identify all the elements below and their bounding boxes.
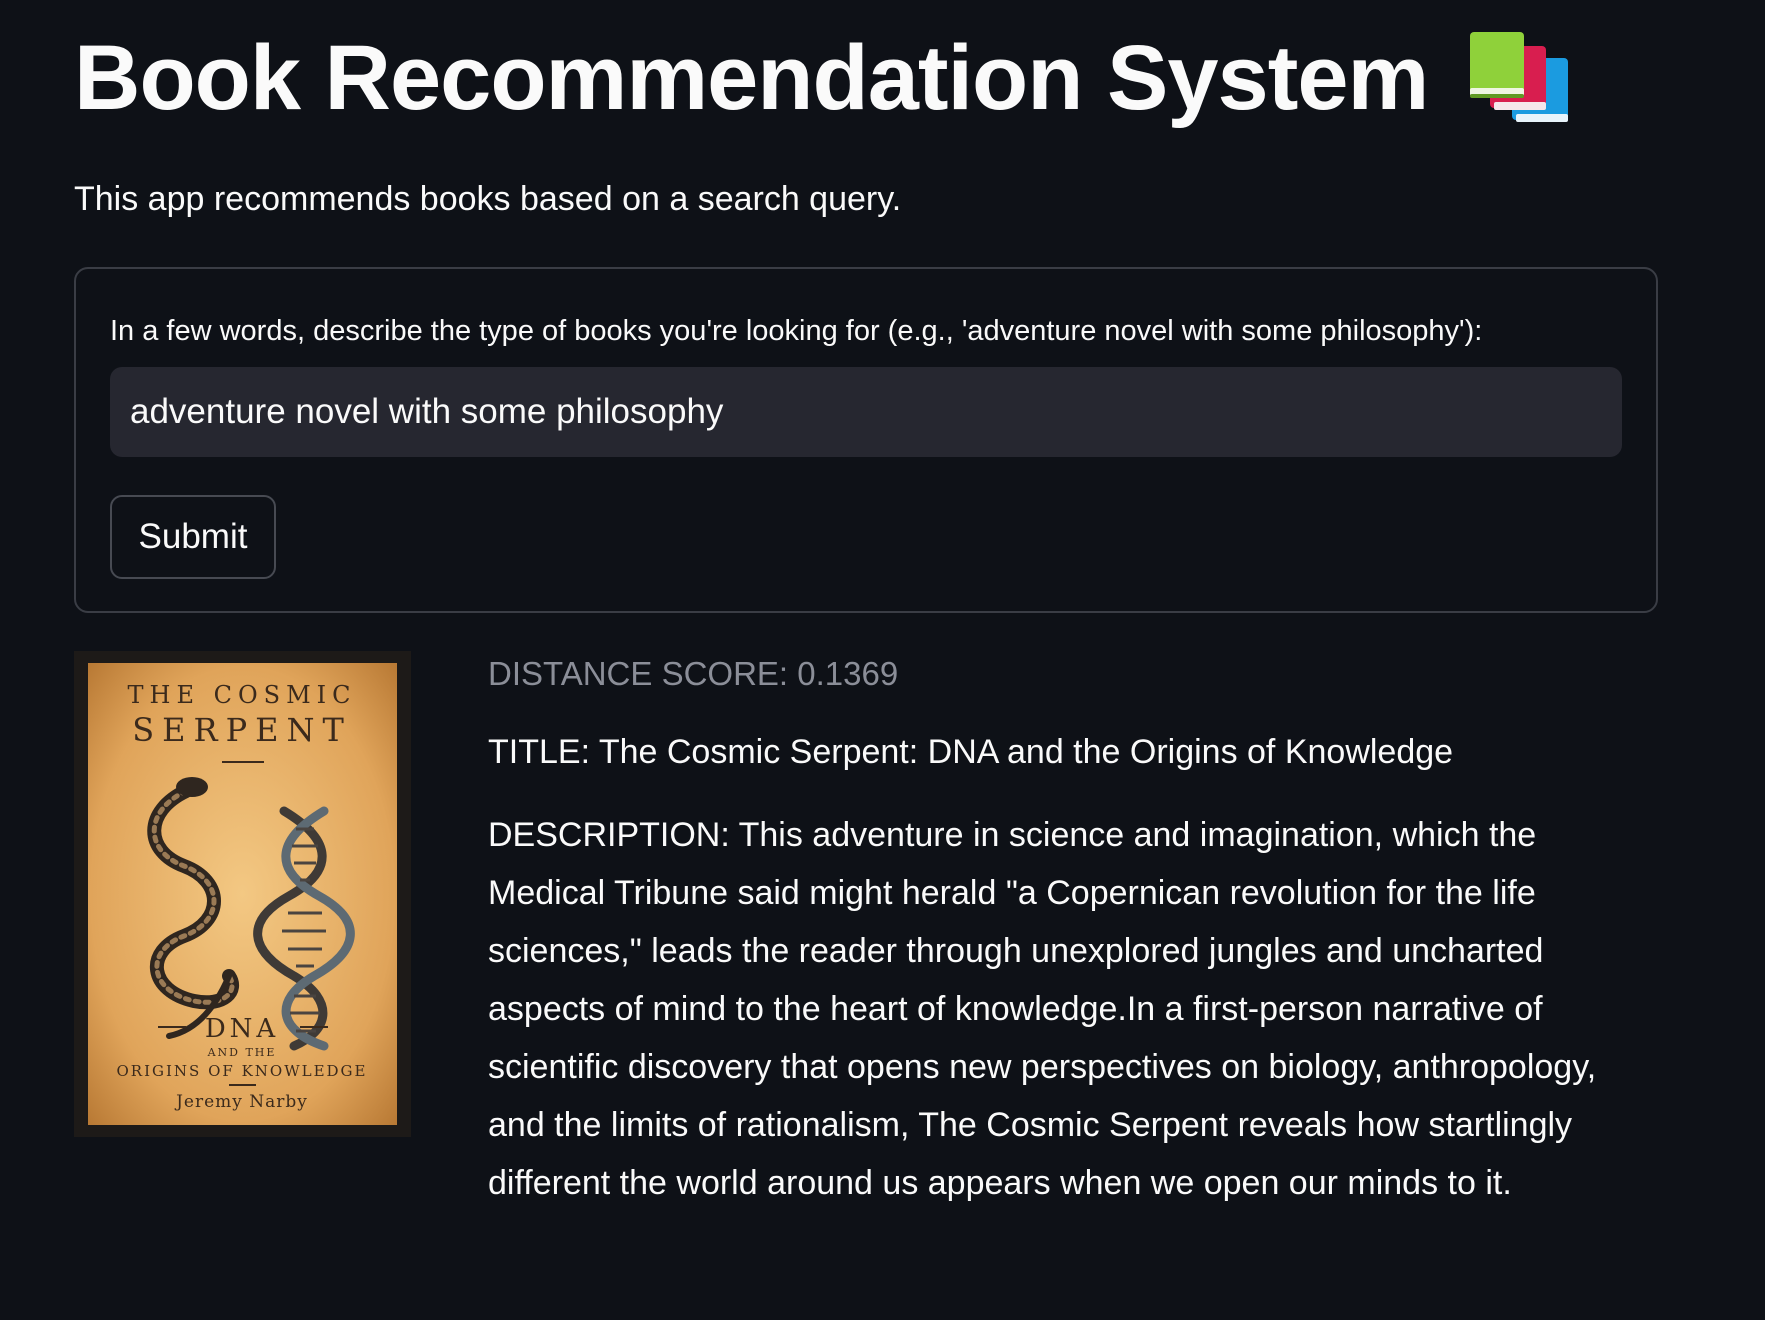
title-row: Book Recommendation System bbox=[74, 30, 1572, 126]
cover-title-line4: AND THE bbox=[207, 1046, 277, 1059]
distance-score: DISTANCE SCORE: 0.1369 bbox=[488, 655, 899, 692]
book-cover-image: THE COSMIC SERPENT DNA AND THE ORIGINS O… bbox=[74, 651, 411, 1137]
query-input[interactable] bbox=[110, 367, 1622, 457]
submit-button[interactable]: Submit bbox=[110, 495, 276, 579]
search-form: In a few words, describe the type of boo… bbox=[74, 267, 1658, 613]
cover-title-line2: SERPENT bbox=[132, 711, 352, 749]
cover-title-line1: THE COSMIC bbox=[128, 681, 357, 709]
cover-title-line5: ORIGINS OF KNOWLEDGE bbox=[117, 1062, 368, 1080]
cover-author: Jeremy Narby bbox=[174, 1092, 308, 1112]
app-page: Book Recommendation System This app reco… bbox=[0, 0, 1765, 1320]
query-label: In a few words, describe the type of boo… bbox=[110, 315, 1483, 347]
book-title: TITLE: The Cosmic Serpent: DNA and the O… bbox=[488, 733, 1454, 771]
result-details: DISTANCE SCORE: 0.1369 TITLE: The Cosmic… bbox=[488, 655, 1658, 1212]
book-description: DESCRIPTION: This adventure in science a… bbox=[488, 816, 1597, 1202]
app-description: This app recommends books based on a sea… bbox=[74, 180, 902, 218]
books-icon bbox=[1470, 32, 1569, 122]
cover-title-line3: DNA bbox=[205, 1014, 279, 1044]
page-title: Book Recommendation System bbox=[74, 27, 1429, 129]
